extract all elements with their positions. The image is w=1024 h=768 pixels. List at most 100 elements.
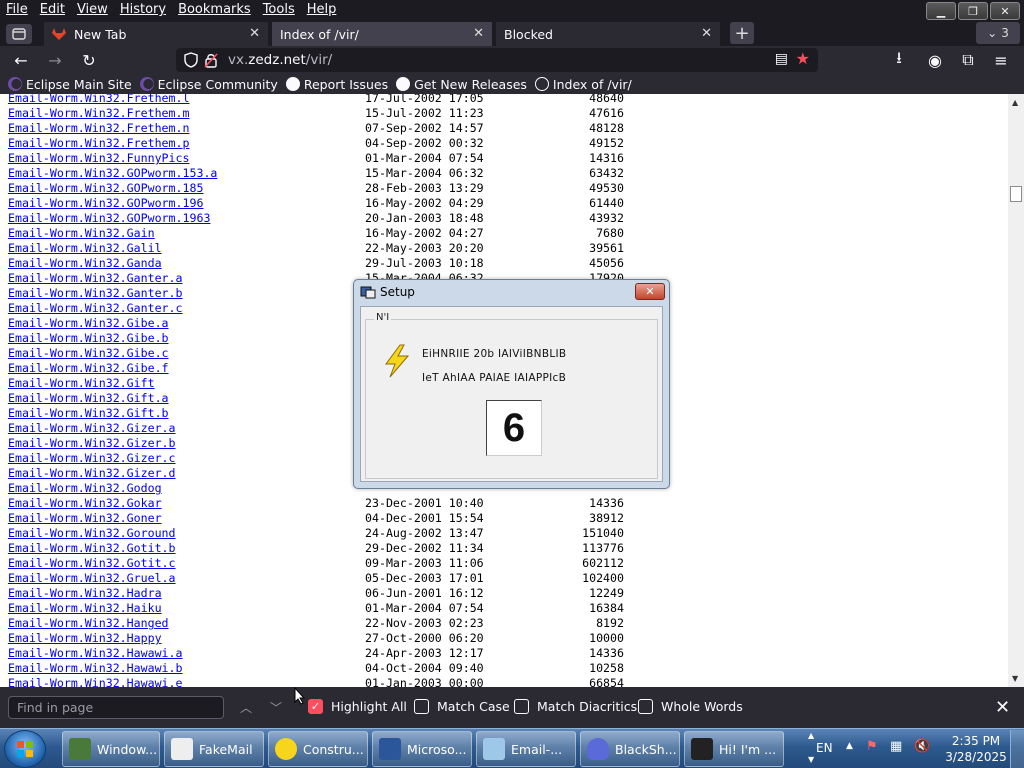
- file-link[interactable]: Email-Worm.Win32.GOPworm.1963: [8, 211, 210, 226]
- file-link[interactable]: Email-Worm.Win32.Goround: [8, 526, 176, 541]
- scroll-down-icon[interactable]: ▼: [1012, 674, 1018, 683]
- file-link[interactable]: Email-Worm.Win32.GOPworm.153.a: [8, 166, 217, 181]
- file-link[interactable]: Email-Worm.Win32.Gibe.b: [8, 331, 169, 346]
- menu-view[interactable]: View: [71, 0, 114, 20]
- close-findbar-icon[interactable]: ✕: [995, 697, 1010, 718]
- file-link[interactable]: Email-Worm.Win32.Gibe.c: [8, 346, 169, 361]
- bookmark-star-icon[interactable]: ★: [796, 49, 810, 68]
- file-link[interactable]: Email-Worm.Win32.Hawawi.a: [8, 646, 183, 661]
- file-link[interactable]: Email-Worm.Win32.Godog: [8, 481, 162, 496]
- find-previous-icon[interactable]: ︿: [240, 699, 252, 716]
- bookmark-index-vir[interactable]: Index of /vir/: [534, 77, 632, 92]
- file-link[interactable]: Email-Worm.Win32.Gizer.b: [8, 436, 176, 451]
- file-link[interactable]: Email-Worm.Win32.Gotit.c: [8, 556, 176, 571]
- taskbar-item-email[interactable]: Email-...: [476, 731, 576, 767]
- file-link[interactable]: Email-Worm.Win32.Frethem.l: [8, 94, 189, 106]
- close-tab-icon[interactable]: ✕: [473, 26, 484, 41]
- reload-button[interactable]: ↻: [78, 49, 100, 71]
- highlight-all-checkbox[interactable]: ✓ Highlight All: [308, 699, 407, 714]
- back-button[interactable]: ←: [10, 49, 32, 71]
- find-in-page-input[interactable]: [8, 696, 224, 719]
- file-link[interactable]: Email-Worm.Win32.Hanged: [8, 616, 169, 631]
- bookmark-report-issues[interactable]: Report Issues: [285, 77, 388, 92]
- volume-muted-icon[interactable]: 🔇: [914, 739, 930, 754]
- start-button[interactable]: [4, 730, 46, 768]
- file-link[interactable]: Email-Worm.Win32.Happy: [8, 631, 162, 646]
- file-link[interactable]: Email-Worm.Win32.Hadra: [8, 586, 162, 601]
- tab-blocked[interactable]: Blocked ✕: [496, 22, 720, 46]
- file-link[interactable]: Email-Worm.Win32.Galil: [8, 241, 162, 256]
- file-link[interactable]: Email-Worm.Win32.Gizer.a: [8, 421, 176, 436]
- tab-overview-button[interactable]: [6, 24, 32, 44]
- file-link[interactable]: Email-Worm.Win32.GOPworm.185: [8, 181, 203, 196]
- new-tab-button[interactable]: +: [730, 22, 754, 44]
- menu-help[interactable]: Help: [301, 0, 343, 20]
- file-link[interactable]: Email-Worm.Win32.Gain: [8, 226, 155, 241]
- taskbar-scroll-up-icon[interactable]: ▲: [808, 731, 814, 740]
- file-link[interactable]: Email-Worm.Win32.Gift: [8, 376, 155, 391]
- taskbar-item-constructor[interactable]: Constru...: [268, 731, 368, 767]
- menu-file[interactable]: File: [0, 0, 34, 20]
- minimize-button[interactable]: ▁: [926, 2, 956, 20]
- menu-tools[interactable]: Tools: [257, 0, 301, 20]
- file-link[interactable]: Email-Worm.Win32.Ganter.c: [8, 301, 183, 316]
- clock[interactable]: 2:35 PM 3/28/2025: [944, 733, 1008, 765]
- file-link[interactable]: Email-Worm.Win32.Goner: [8, 511, 162, 526]
- match-diacritics-checkbox[interactable]: Match Diacritics: [514, 699, 637, 714]
- file-link[interactable]: Email-Worm.Win32.Gotit.b: [8, 541, 176, 556]
- file-link[interactable]: Email-Worm.Win32.Ganda: [8, 256, 162, 271]
- network-icon[interactable]: ▦: [890, 739, 902, 754]
- file-link[interactable]: Email-Worm.Win32.Hawawi.e: [8, 676, 183, 687]
- file-link[interactable]: Email-Worm.Win32.Frethem.n: [8, 121, 189, 136]
- url-bar[interactable]: vx.zedz.net/vir/ ▤ ★: [176, 48, 818, 72]
- file-link[interactable]: Email-Worm.Win32.Ganter.a: [8, 271, 183, 286]
- tab-new-tab[interactable]: New Tab ✕: [44, 22, 268, 46]
- file-link[interactable]: Email-Worm.Win32.Ganter.b: [8, 286, 183, 301]
- file-link[interactable]: Email-Worm.Win32.Gizer.d: [8, 466, 176, 481]
- menu-bookmarks[interactable]: Bookmarks: [172, 0, 257, 20]
- file-link[interactable]: Email-Worm.Win32.Gift.b: [8, 406, 169, 421]
- show-desktop-button[interactable]: [1010, 730, 1024, 768]
- restore-button[interactable]: ❐: [958, 2, 988, 20]
- tray-expand-icon[interactable]: ▲: [846, 741, 853, 751]
- taskbar-item-hi-im[interactable]: Hi! I'm ...: [684, 731, 784, 767]
- downloads-button[interactable]: ⭳: [888, 48, 910, 71]
- reader-view-icon[interactable]: ▤: [775, 51, 788, 67]
- file-link[interactable]: Email-Worm.Win32.Gizer.c: [8, 451, 176, 466]
- taskbar-item-fakemail[interactable]: FakeMail: [164, 731, 264, 767]
- whole-words-checkbox[interactable]: Whole Words: [638, 699, 743, 714]
- taskbar-item-window[interactable]: Window...: [62, 731, 160, 767]
- scrollbar-thumb[interactable]: [1010, 186, 1022, 202]
- file-link[interactable]: Email-Worm.Win32.Gibe.a: [8, 316, 169, 331]
- bookmark-eclipse-main[interactable]: Eclipse Main Site: [8, 77, 132, 92]
- bookmark-eclipse-community[interactable]: Eclipse Community: [139, 77, 278, 92]
- forward-button[interactable]: →: [44, 49, 66, 71]
- close-tab-icon[interactable]: ✕: [701, 26, 712, 41]
- language-indicator[interactable]: EN: [816, 741, 833, 755]
- tab-index-vir[interactable]: Index of /vir/ ✕: [272, 22, 492, 46]
- bookmark-get-new-releases[interactable]: Get New Releases: [396, 77, 527, 92]
- list-all-tabs-button[interactable]: ⌄ 3: [976, 22, 1020, 44]
- find-next-icon[interactable]: ﹀: [270, 699, 282, 716]
- file-link[interactable]: Email-Worm.Win32.Gruel.a: [8, 571, 176, 586]
- extensions-button[interactable]: ⧉: [957, 49, 979, 71]
- vertical-scrollbar[interactable]: [1008, 94, 1024, 687]
- file-link[interactable]: Email-Worm.Win32.Haiku: [8, 601, 162, 616]
- file-link[interactable]: Email-Worm.Win32.Gokar: [8, 496, 162, 511]
- taskbar-scroll-down-icon[interactable]: ▼: [808, 755, 814, 764]
- dialog-close-button[interactable]: ✕: [635, 283, 665, 300]
- close-window-button[interactable]: ✕: [990, 2, 1020, 20]
- app-menu-button[interactable]: ≡: [990, 49, 1012, 71]
- match-case-checkbox[interactable]: Match Case: [414, 699, 510, 714]
- menu-history[interactable]: History: [114, 0, 172, 20]
- taskbar-item-microsoft[interactable]: Microso...: [372, 731, 472, 767]
- action-center-icon[interactable]: ⚑: [866, 739, 878, 754]
- scroll-up-icon[interactable]: ▲: [1012, 98, 1018, 107]
- file-link[interactable]: Email-Worm.Win32.Hawawi.b: [8, 661, 183, 676]
- menu-edit[interactable]: Edit: [34, 0, 71, 20]
- file-link[interactable]: Email-Worm.Win32.GOPworm.196: [8, 196, 203, 211]
- file-link[interactable]: Email-Worm.Win32.FunnyPics: [8, 151, 189, 166]
- file-link[interactable]: Email-Worm.Win32.Frethem.m: [8, 106, 189, 121]
- file-link[interactable]: Email-Worm.Win32.Frethem.p: [8, 136, 189, 151]
- file-link[interactable]: Email-Worm.Win32.Gift.a: [8, 391, 169, 406]
